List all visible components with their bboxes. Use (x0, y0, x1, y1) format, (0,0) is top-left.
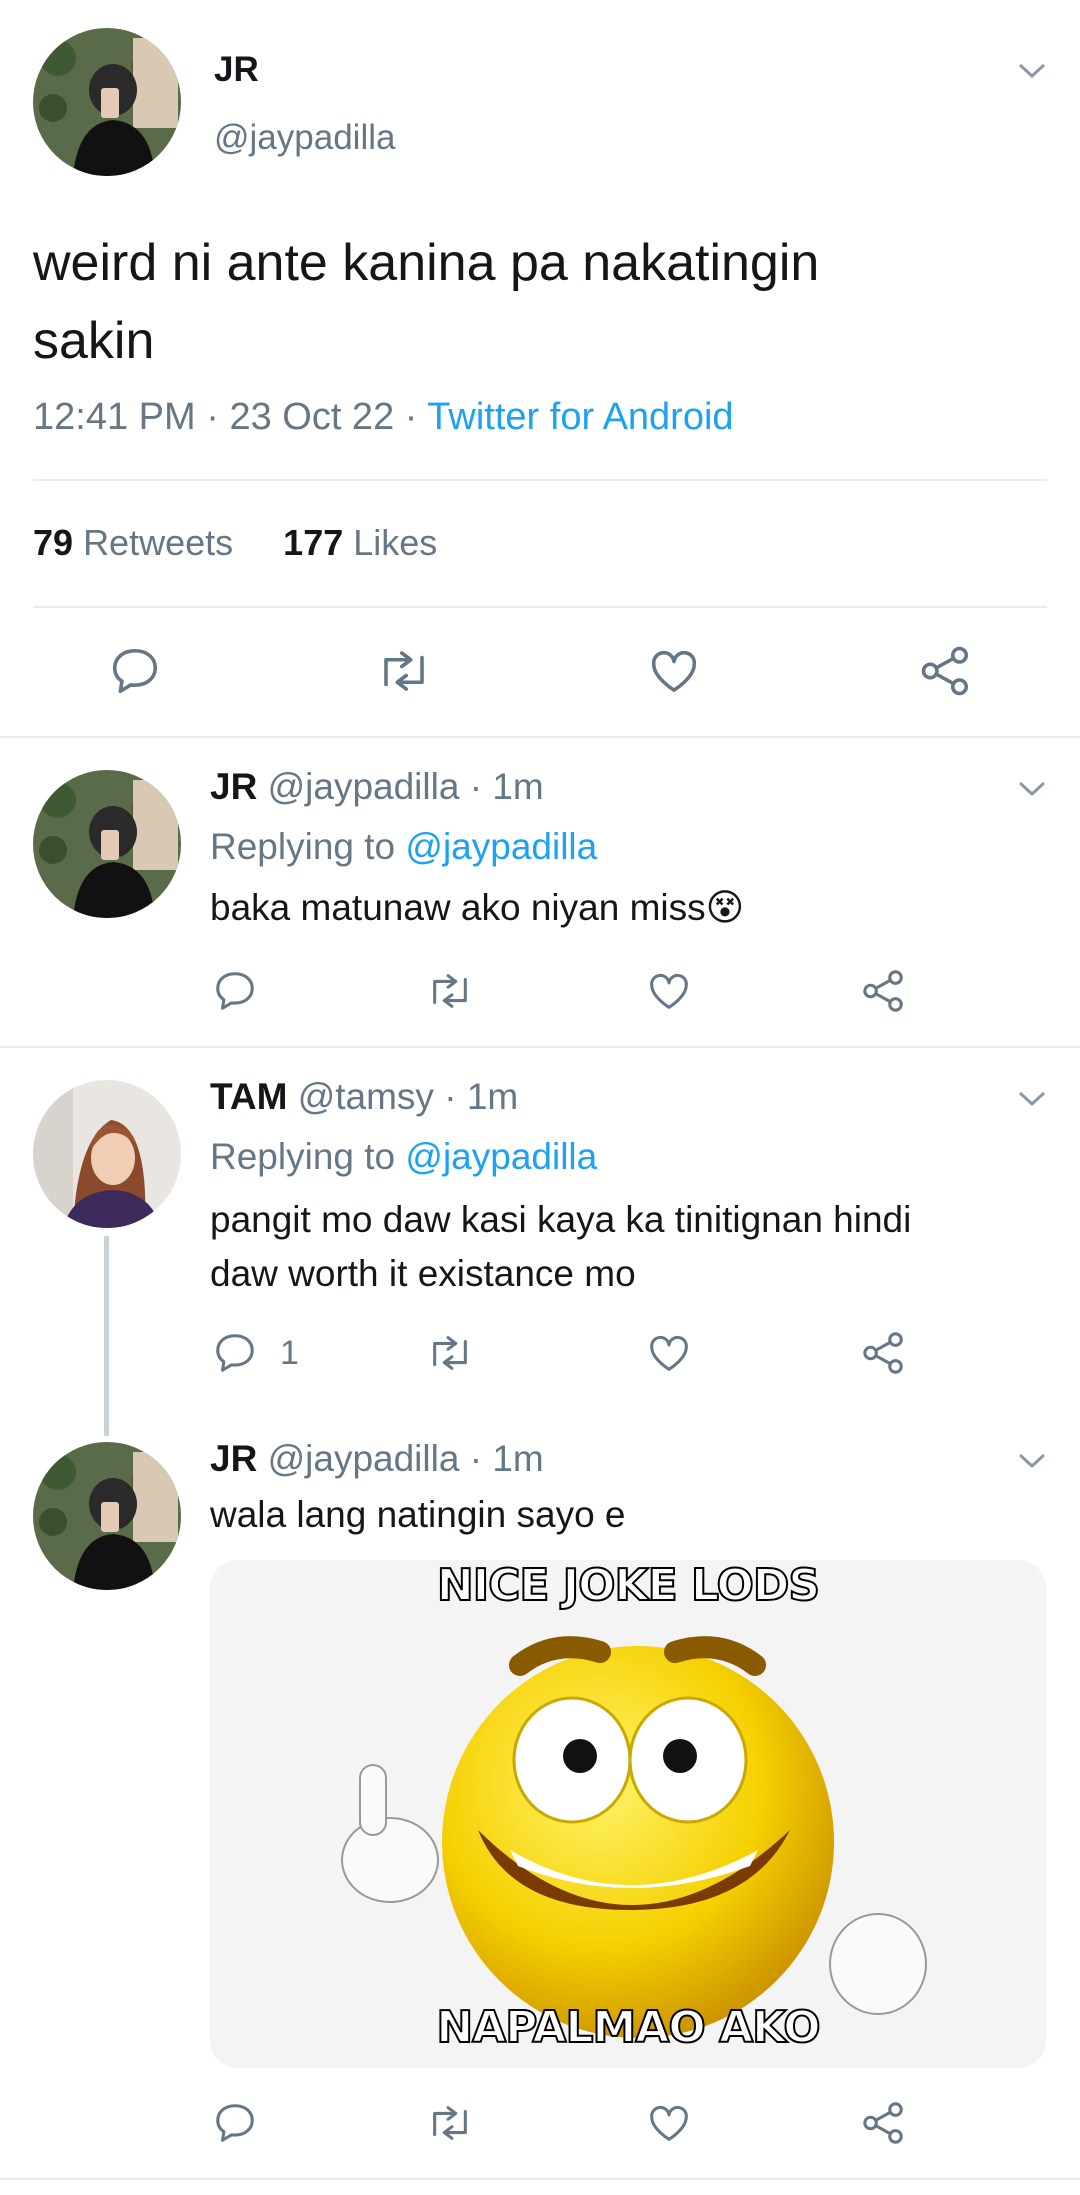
avatar[interactable] (33, 1080, 181, 1228)
like-icon[interactable] (645, 1330, 693, 1376)
tweet-header: TAM @tamsy · 1m (210, 1076, 518, 1118)
meta-separator: · (404, 396, 418, 438)
replying-to-label: Replying to (210, 1136, 396, 1177)
tweet-text-line: pangit mo daw kasi kaya ka tinitignan hi… (210, 1199, 912, 1240)
retweet-icon[interactable] (424, 2100, 476, 2146)
share-icon[interactable] (860, 1330, 908, 1376)
share-icon[interactable] (860, 2100, 908, 2146)
avatar[interactable] (33, 1442, 181, 1590)
replying-to-link[interactable]: @jaypadilla (405, 1136, 597, 1177)
meme-bottom-text: NAPALMAO AKO (435, 2001, 821, 2054)
display-name: JR (214, 50, 259, 89)
replying-to-link[interactable]: @jaypadilla (405, 826, 597, 867)
reply-count: 1 (280, 1334, 299, 1372)
handle: @tamsy (297, 1076, 434, 1117)
retweets-stat[interactable]: 79 Retweets (33, 522, 243, 563)
engagement-stats: 79 Retweets 177 Likes (33, 522, 437, 564)
retweet-icon[interactable] (424, 968, 476, 1014)
tweet-source-link[interactable]: Twitter for Android (427, 396, 733, 438)
tweet-text: wala lang natingin sayo e (210, 1494, 626, 1535)
avatar[interactable] (33, 770, 181, 918)
display-name: TAM (210, 1076, 288, 1117)
divider (33, 606, 1047, 608)
reply-icon[interactable] (212, 1330, 258, 1376)
handle: @jaypadilla (214, 118, 396, 157)
like-icon[interactable] (645, 2100, 693, 2146)
reply-icon[interactable] (212, 968, 258, 1014)
likes-stat[interactable]: 177 Likes (283, 522, 437, 563)
tweet-time: · 1m (469, 766, 544, 807)
dizzy-face-emoji: 😵 (705, 886, 745, 929)
retweets-count: 79 (33, 522, 74, 563)
share-icon[interactable] (860, 968, 908, 1014)
chevron-down-icon[interactable] (1018, 1452, 1046, 1470)
divider (0, 736, 1080, 738)
reply-icon[interactable] (212, 2100, 258, 2146)
tweet-text-line: sakin (33, 312, 155, 370)
tweet-date: 23 Oct 22 (229, 396, 395, 438)
tweet-header: JR @jaypadilla · 1m (210, 766, 544, 808)
retweet-icon[interactable] (374, 644, 434, 698)
divider (33, 479, 1047, 481)
replying-to-label: Replying to (210, 826, 396, 867)
chevron-down-icon[interactable] (1018, 1090, 1046, 1108)
avatar[interactable] (33, 28, 181, 176)
reply-icon[interactable] (108, 644, 162, 698)
tweet-text: weird ni ante kanina pa nakatingin sakin (33, 224, 819, 380)
tweet-text: pangit mo daw kasi kaya ka tinitignan hi… (210, 1193, 911, 1301)
retweets-label: Retweets (83, 522, 234, 563)
replying-to: Replying to @jaypadilla (210, 826, 597, 868)
tweet-text-line: daw worth it existance mo (210, 1253, 636, 1294)
meta-separator: · (206, 396, 219, 438)
handle: @jaypadilla (267, 1438, 460, 1479)
likes-count: 177 (283, 522, 344, 563)
tweet-time: · 1m (444, 1076, 519, 1117)
chevron-down-icon[interactable] (1018, 62, 1046, 80)
tweet-time: · 1m (469, 1438, 544, 1479)
chevron-down-icon[interactable] (1018, 780, 1046, 798)
thread-line (104, 1236, 109, 1436)
meme-top-text: NICE JOKE LODS (436, 1560, 821, 1612)
fist-hand (829, 1913, 927, 2015)
tweet-text-body: baka matunaw ako niyan miss (210, 887, 706, 928)
like-icon[interactable] (646, 644, 702, 698)
tweet-meta: 12:41 PM · 23 Oct 22 · Twitter for Andro… (33, 396, 734, 439)
retweet-icon[interactable] (424, 1330, 476, 1376)
likes-label: Likes (353, 522, 438, 563)
display-name: JR (210, 1438, 258, 1479)
display-name: JR (210, 766, 258, 807)
replying-to: Replying to @jaypadilla (210, 1136, 597, 1178)
meme-image[interactable]: NICE JOKE LODS NAPALMAO AKO (210, 1560, 1046, 2068)
tweet-text: baka matunaw ako niyan miss😵 (210, 886, 744, 929)
like-icon[interactable] (645, 968, 693, 1014)
handle: @jaypadilla (267, 766, 460, 807)
divider (0, 1046, 1080, 1048)
tweet-header: JR @jaypadilla · 1m (210, 1438, 544, 1480)
tweet-text-line: weird ni ante kanina pa nakatingin (33, 234, 820, 292)
tweet-time: 12:41 PM (33, 396, 196, 438)
divider (0, 2178, 1080, 2180)
share-icon[interactable] (918, 644, 974, 698)
